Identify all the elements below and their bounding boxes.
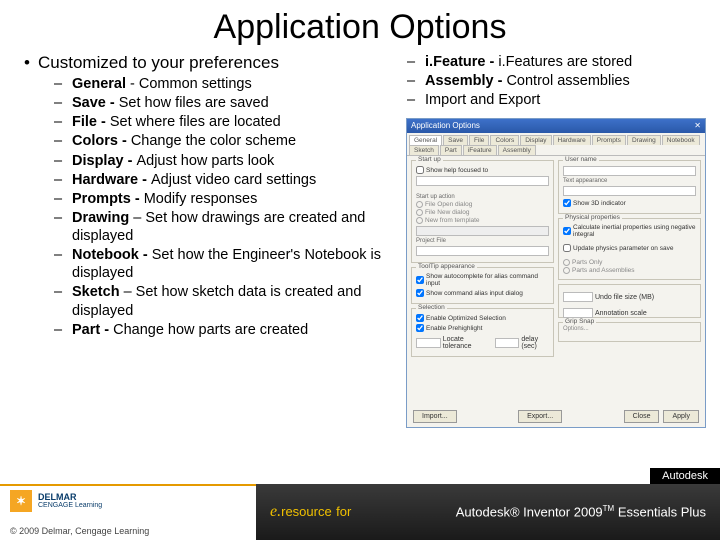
input-field[interactable] — [416, 176, 549, 186]
brand-cengage: CENGAGE Learning — [38, 502, 102, 509]
left-heading: Customized to your preferences — [38, 53, 279, 73]
dialog-body: Start up Show help focused to Start up a… — [407, 156, 705, 406]
eresource-text: resource — [281, 504, 332, 519]
apply-button[interactable]: Apply — [663, 410, 699, 423]
input-field[interactable] — [563, 186, 696, 196]
brand-delmar: DELMAR — [38, 493, 102, 502]
checkbox[interactable] — [416, 289, 424, 297]
list-item: –Save - Set how files are saved — [54, 94, 389, 112]
dialog-tab[interactable]: Display — [520, 135, 551, 145]
dialog-tab[interactable]: Save — [443, 135, 468, 145]
list-item: –Display - Adjust how parts look — [54, 152, 389, 170]
footer-left: ✶ DELMAR CENGAGE Learning © 2009 Delmar,… — [0, 484, 256, 540]
list-item: –Drawing – Set how drawings are created … — [54, 209, 389, 245]
checkbox[interactable] — [563, 199, 571, 207]
dialog-tab[interactable]: Assembly — [498, 145, 536, 155]
username-input[interactable] — [563, 166, 696, 176]
list-item: –Sketch – Set how sketch data is created… — [54, 283, 389, 319]
dialog-tab[interactable]: File — [469, 135, 489, 145]
dialog-button-row: Import... Export... Close Apply — [407, 410, 705, 423]
list-item: –General - Common settings — [54, 75, 389, 93]
dialog-tab[interactable]: Drawing — [627, 135, 661, 145]
checkbox[interactable] — [416, 324, 424, 332]
left-sublist: –General - Common settings–Save - Set ho… — [24, 75, 389, 339]
delmar-logo-icon: ✶ — [10, 490, 32, 512]
import-button[interactable]: Import... — [413, 410, 457, 423]
dialog-tab[interactable]: Notebook — [662, 135, 700, 145]
input-field — [416, 226, 549, 236]
for-text: for — [336, 504, 351, 519]
slide-title: Application Options — [0, 0, 720, 47]
dialog-titlebar: Application Options ✕ — [407, 119, 705, 133]
list-item: –Part - Change how parts are created — [54, 321, 389, 339]
product-suffix: Essentials Plus — [618, 505, 706, 520]
dialog-tab[interactable]: Prompts — [592, 135, 626, 145]
right-sublist: –i.Feature - i.Features are stored–Assem… — [395, 53, 700, 109]
export-button[interactable]: Export... — [518, 410, 562, 423]
checkbox[interactable] — [416, 276, 424, 284]
list-item: –i.Feature - i.Features are stored — [407, 53, 700, 71]
list-item: –File - Set where files are located — [54, 113, 389, 131]
close-button[interactable]: Close — [624, 410, 660, 423]
list-item: –Prompts - Modify responses — [54, 190, 389, 208]
copyright: © 2009 Delmar, Cengage Learning — [10, 526, 246, 536]
footer-right: Autodesk e.resource for Autodesk® Invent… — [256, 484, 720, 540]
checkbox[interactable] — [563, 244, 571, 252]
left-heading-bullet: • Customized to your preferences — [24, 53, 389, 73]
product-name: Autodesk® Inventor 2009 — [456, 505, 603, 520]
dialog-tab[interactable]: Sketch — [409, 145, 439, 155]
left-column: • Customized to your preferences –Genera… — [24, 53, 389, 340]
checkbox[interactable] — [416, 314, 424, 322]
dialog-tab[interactable]: Hardware — [553, 135, 591, 145]
list-item: –Colors - Change the color scheme — [54, 132, 389, 150]
input-field[interactable] — [416, 246, 549, 256]
list-item: –Import and Export — [407, 91, 700, 109]
checkbox[interactable] — [563, 227, 571, 235]
list-item: –Assembly - Control assemblies — [407, 72, 700, 90]
close-icon[interactable]: ✕ — [694, 121, 701, 131]
dialog-tab[interactable]: General — [409, 135, 442, 145]
list-item: –Hardware - Adjust video card settings — [54, 171, 389, 189]
dialog-tab[interactable]: Part — [440, 145, 462, 155]
dialog-tabs: GeneralSaveFileColorsDisplayHardwareProm… — [407, 133, 705, 156]
slide-footer: ✶ DELMAR CENGAGE Learning © 2009 Delmar,… — [0, 484, 720, 540]
dialog-tab[interactable]: Colors — [490, 135, 519, 145]
app-options-dialog: Application Options ✕ GeneralSaveFileCol… — [406, 118, 706, 428]
autodesk-badge: Autodesk — [650, 468, 720, 484]
dialog-tab[interactable]: iFeature — [463, 145, 497, 155]
list-item: –Notebook - Set how the Engineer's Noteb… — [54, 246, 389, 282]
dialog-title: Application Options — [411, 121, 480, 131]
checkbox[interactable] — [416, 166, 424, 174]
